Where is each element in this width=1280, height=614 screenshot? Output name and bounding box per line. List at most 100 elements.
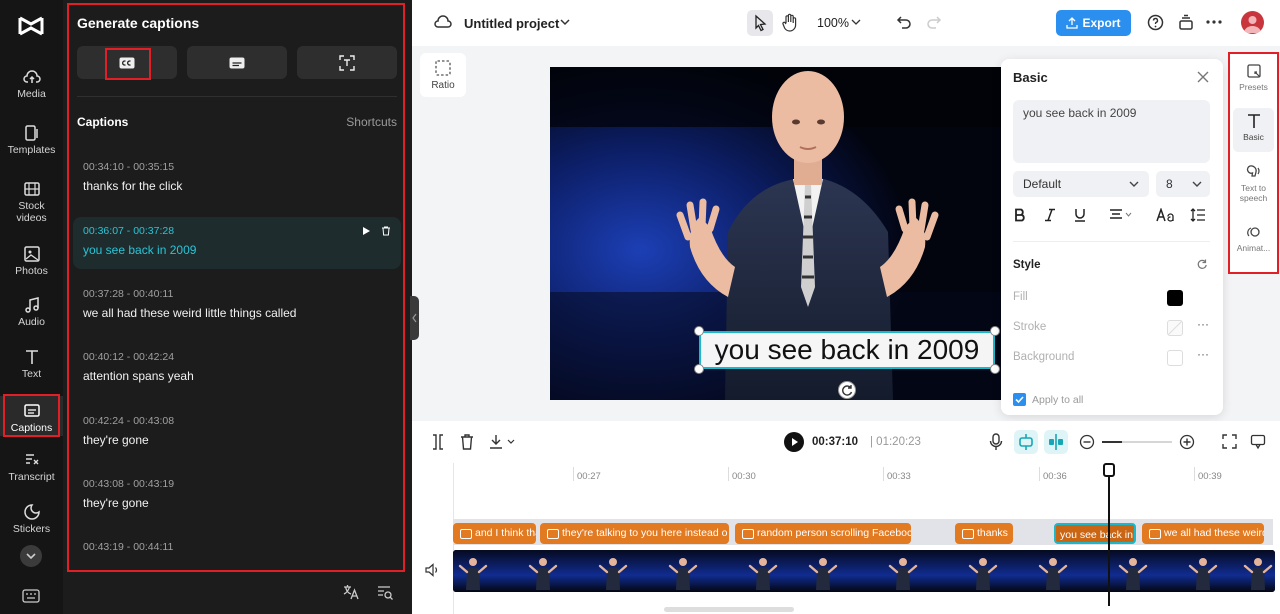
stroke-color-swatch[interactable]: [1167, 320, 1183, 336]
caption-text[interactable]: they're gone: [83, 433, 149, 447]
sidebar-item-templates[interactable]: Templates: [0, 124, 63, 174]
close-icon[interactable]: [1197, 71, 1209, 83]
playhead-handle[interactable]: [1103, 463, 1115, 477]
apply-to-all-checkbox[interactable]: [1013, 393, 1026, 406]
undo-icon[interactable]: [896, 14, 912, 30]
select-tool-button[interactable]: [747, 10, 773, 36]
underline-icon[interactable]: [1073, 208, 1087, 222]
text-to-speech-tab[interactable]: Text to speech: [1233, 164, 1274, 203]
basic-tab[interactable]: Basic: [1233, 108, 1274, 152]
font-size-select[interactable]: 8: [1156, 171, 1210, 197]
playhead-line[interactable]: [1108, 463, 1110, 606]
comment-icon[interactable]: [1250, 434, 1266, 450]
microphone-icon[interactable]: [989, 433, 1003, 451]
caption-clip[interactable]: they're talking to you here instead o: [540, 523, 729, 544]
cloud-icon[interactable]: [434, 14, 452, 30]
sidebar-item-audio[interactable]: Audio: [0, 296, 63, 346]
caption-item[interactable]: 00:42:24 - 00:43:08 they're gone: [73, 407, 401, 459]
video-track[interactable]: [453, 550, 1275, 592]
caption-item[interactable]: 00:37:28 - 00:40:11 we all had these wei…: [73, 280, 401, 332]
templates-icon: [24, 125, 38, 141]
auto-snap-button[interactable]: [1014, 430, 1038, 454]
more-button[interactable]: [20, 545, 42, 567]
sidebar-item-transcript[interactable]: Transcript: [0, 451, 63, 501]
reset-icon[interactable]: [1196, 258, 1208, 270]
play-icon[interactable]: [361, 226, 371, 236]
caption-text[interactable]: thanks for the click: [83, 179, 182, 193]
sidebar-item-photos[interactable]: Photos: [0, 245, 63, 295]
font-select[interactable]: Default: [1013, 171, 1149, 197]
caption-item[interactable]: 00:34:10 - 00:35:15 thanks for the click: [73, 153, 401, 205]
avatar[interactable]: [1241, 11, 1264, 34]
caption-clip[interactable]: thanks: [955, 523, 1013, 544]
fill-color-swatch[interactable]: [1167, 290, 1183, 306]
caption-item[interactable]: 00:40:12 - 00:42:24 attention spans yeah: [73, 343, 401, 395]
sidebar-item-media[interactable]: Media: [0, 68, 63, 118]
redo-icon[interactable]: [926, 14, 942, 30]
rotate-handle[interactable]: [838, 381, 856, 399]
resize-handle[interactable]: [990, 326, 1000, 336]
caption-text[interactable]: we all had these weird little things cal…: [83, 306, 296, 320]
caption-item[interactable]: 00:43:08 - 00:43:19 they're gone: [73, 470, 401, 522]
trash-icon[interactable]: [381, 226, 391, 236]
bold-icon[interactable]: [1013, 208, 1027, 222]
hand-icon[interactable]: [781, 13, 799, 33]
line-spacing-icon[interactable]: [1190, 207, 1206, 223]
chevron-down-icon[interactable]: [560, 18, 570, 26]
manual-captions-button[interactable]: [187, 46, 287, 79]
shortcuts-link[interactable]: Shortcuts: [346, 115, 397, 129]
translate-icon[interactable]: [342, 583, 360, 601]
timeline[interactable]: 00:27 00:30 00:33 00:36 00:39 and I thin…: [412, 463, 1280, 614]
caption-clip-selected[interactable]: you see back in: [1054, 523, 1136, 544]
zoom-out-icon[interactable]: [1079, 434, 1095, 450]
background-color-swatch[interactable]: [1167, 350, 1183, 366]
split-icon[interactable]: [431, 434, 445, 450]
project-title[interactable]: Untitled project: [464, 16, 559, 31]
download-icon[interactable]: [489, 434, 519, 450]
sticker-icon: [23, 504, 40, 520]
more-icon[interactable]: [1206, 20, 1222, 24]
zoom-level[interactable]: 100%: [817, 16, 849, 30]
scan-captions-button[interactable]: [297, 46, 397, 79]
italic-icon[interactable]: [1043, 208, 1057, 222]
background-label: Background: [1013, 351, 1075, 363]
help-icon[interactable]: [1147, 14, 1164, 31]
linkage-button[interactable]: [1044, 430, 1068, 454]
search-replace-icon[interactable]: [376, 583, 394, 601]
volume-icon[interactable]: [425, 563, 440, 577]
stroke-more-icon[interactable]: ···: [1197, 317, 1209, 331]
caption-item-active[interactable]: 00:36:07 - 00:37:28 you see back in 2009: [73, 217, 401, 269]
caption-text[interactable]: they're gone: [83, 496, 149, 510]
background-more-icon[interactable]: ···: [1197, 347, 1209, 361]
caption-text[interactable]: you see back in 2009: [83, 243, 196, 257]
trash-icon[interactable]: [460, 434, 474, 450]
caption-text-input[interactable]: you see back in 2009: [1013, 100, 1210, 163]
caption-clip[interactable]: random person scrolling Faceboc: [735, 523, 911, 544]
caption-overlay-textbox[interactable]: you see back in 2009: [699, 331, 995, 369]
resize-handle[interactable]: [990, 364, 1000, 374]
timeline-scrollbar[interactable]: [664, 607, 794, 612]
fit-icon[interactable]: [1222, 434, 1237, 449]
animation-tab[interactable]: Animat...: [1233, 224, 1274, 253]
caption-clip[interactable]: we all had these weird: [1142, 523, 1264, 544]
ratio-button[interactable]: Ratio: [420, 53, 466, 97]
layers-icon[interactable]: [1178, 14, 1194, 31]
chevron-down-icon[interactable]: [851, 18, 861, 26]
presets-tab[interactable]: Presets: [1233, 63, 1274, 92]
text-case-icon[interactable]: [1156, 208, 1175, 222]
caption-item[interactable]: 00:43:19 - 00:44:11: [73, 533, 401, 561]
caption-text[interactable]: attention spans yeah: [83, 369, 194, 383]
play-button[interactable]: [784, 432, 804, 452]
sidebar-item-text[interactable]: Text: [0, 348, 63, 398]
resize-handle[interactable]: [694, 326, 704, 336]
apply-to-all-row[interactable]: Apply to all: [1013, 393, 1083, 406]
caption-clip[interactable]: and I think that: [453, 523, 536, 544]
export-button[interactable]: Export: [1056, 10, 1131, 36]
keyboard-icon[interactable]: [22, 589, 40, 603]
zoom-in-icon[interactable]: [1179, 434, 1195, 450]
panel-collapse-handle[interactable]: [410, 296, 419, 340]
zoom-slider[interactable]: [1102, 441, 1172, 443]
sidebar-item-stock-videos[interactable]: Stock videos: [0, 180, 63, 230]
resize-handle[interactable]: [694, 364, 704, 374]
align-icon[interactable]: [1109, 209, 1133, 221]
